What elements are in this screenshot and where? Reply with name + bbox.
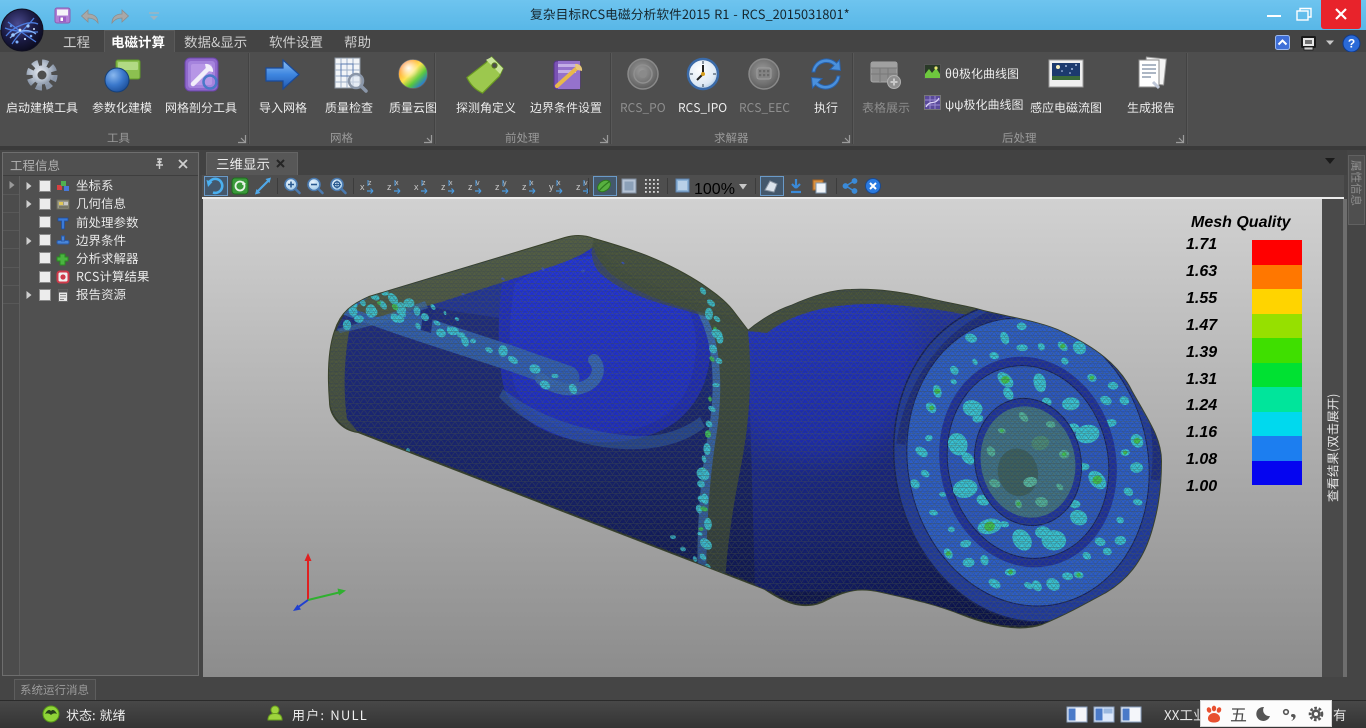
svg-text:z: z <box>368 180 372 187</box>
svg-text:z: z <box>387 182 392 192</box>
svg-text:x: x <box>530 180 534 187</box>
svg-text:y: y <box>503 180 507 187</box>
svg-text:z: z <box>441 182 446 192</box>
svg-text:z: z <box>522 182 527 192</box>
svg-text:x: x <box>395 180 399 187</box>
svg-text:x: x <box>414 182 419 192</box>
svg-text:z: z <box>468 182 473 192</box>
svg-text:z: z <box>576 182 581 192</box>
svg-text:y: y <box>549 182 554 192</box>
svg-text:x: x <box>557 180 561 187</box>
svg-text:z: z <box>422 180 426 187</box>
svg-text:x: x <box>360 182 365 192</box>
svg-text:x: x <box>449 180 453 187</box>
svg-text:z: z <box>495 182 500 192</box>
svg-text:v: v <box>476 180 480 187</box>
svg-text:?: ? <box>1348 37 1355 51</box>
